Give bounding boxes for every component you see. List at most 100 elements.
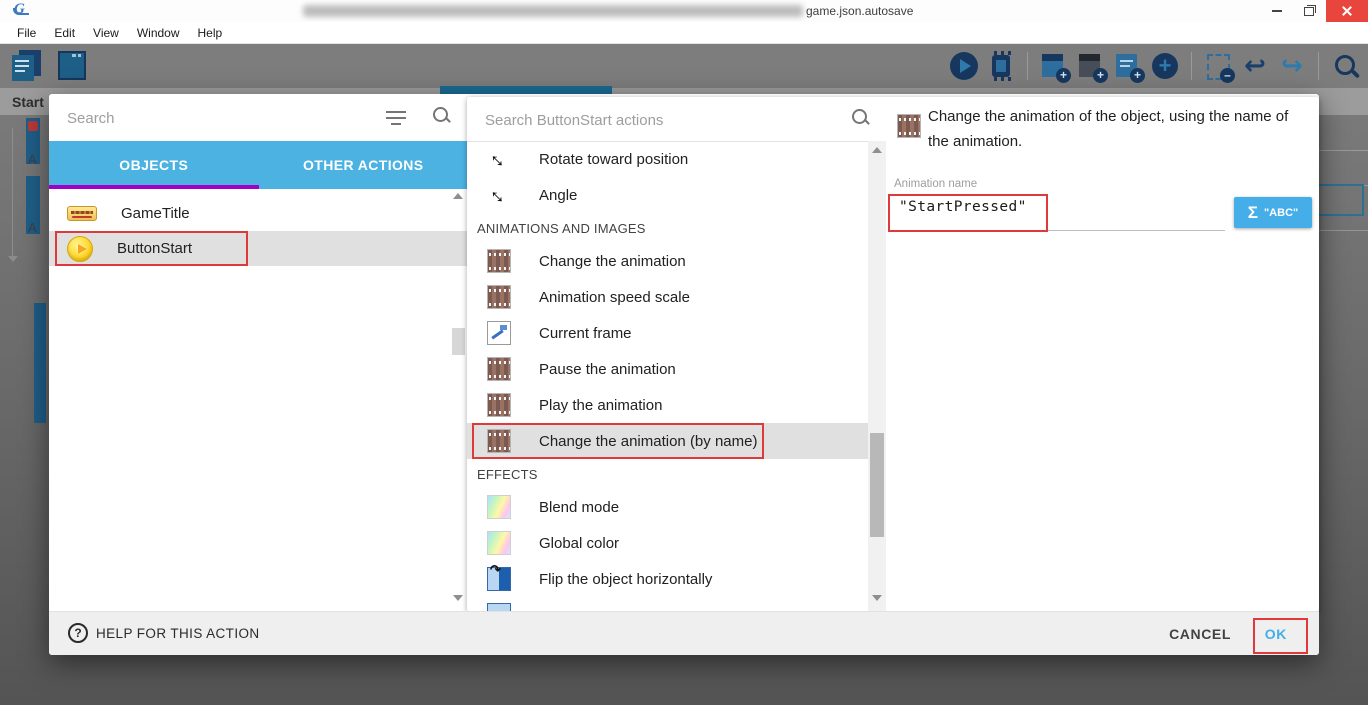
event-text: A [28, 220, 37, 235]
scroll-down-arrow[interactable] [872, 595, 882, 601]
button-start-icon [67, 236, 93, 262]
menu-item[interactable]: Window [128, 26, 189, 40]
action-label: Blend mode [539, 499, 619, 516]
object-row[interactable]: ButtonStart [49, 231, 468, 266]
close-button[interactable] [1326, 0, 1368, 22]
help-link[interactable]: HELP FOR THIS ACTION [96, 626, 260, 641]
action-row[interactable]: ANIMATIONS AND IMAGES [467, 213, 868, 243]
expression-editor-button[interactable]: Σ "ABC" [1234, 197, 1312, 228]
film-strip-icon [487, 249, 511, 273]
gdevelop-logo-icon: G [14, 1, 25, 18]
menu-item[interactable]: View [84, 26, 128, 40]
action-label: Play the animation [539, 397, 662, 414]
help-icon[interactable]: ? [68, 623, 88, 643]
diag-arrow-icon [487, 183, 511, 207]
action-row[interactable]: Change the animation [467, 243, 868, 279]
object-row[interactable]: GameTitle [49, 196, 468, 231]
rainbow-icon [487, 495, 511, 519]
action-row[interactable]: Current frame [467, 315, 868, 351]
action-parameters-panel: Change the animation of the object, usin… [886, 97, 1319, 612]
menu-item[interactable]: Help [189, 26, 232, 40]
object-chooser-panel: OBJECTS OTHER ACTIONS GameTitle ButtonSt… [49, 94, 468, 612]
scroll-up-arrow[interactable] [872, 147, 882, 153]
action-row[interactable]: EFFECTS [467, 459, 868, 489]
object-tab[interactable]: OTHER ACTIONS [259, 141, 469, 189]
action-label: Angle [539, 187, 577, 204]
object-tabs: OBJECTS OTHER ACTIONS [49, 141, 468, 189]
title-bar: G game.json.autosave [0, 0, 1368, 22]
cancel-button[interactable]: CANCEL [1169, 612, 1231, 655]
scroll-down-arrow[interactable] [453, 595, 463, 601]
dialog-footer: ? HELP FOR THIS ACTION CANCEL OK [49, 611, 1319, 655]
filter-icon[interactable] [386, 108, 406, 124]
film-strip-icon [487, 357, 511, 381]
add-external-icon[interactable] [1076, 51, 1106, 81]
undo-icon[interactable] [1240, 51, 1270, 81]
action-label: EFFECTS [477, 467, 538, 482]
scroll-up-arrow[interactable] [453, 193, 463, 199]
scrollbar-thumb[interactable] [870, 433, 884, 537]
menu-item[interactable]: File [8, 26, 45, 40]
gdevelop-window: G game.json.autosave FileEditViewWindowH… [0, 0, 1368, 705]
action-row[interactable]: Pause the animation [467, 351, 868, 387]
action-label: Rotate toward position [539, 151, 688, 168]
play-icon[interactable] [949, 51, 979, 81]
ok-button[interactable]: OK [1265, 612, 1287, 655]
action-label: Change the animation (by name) [539, 433, 757, 450]
action-row[interactable]: Play the animation [467, 387, 868, 423]
action-row[interactable]: Angle [467, 177, 868, 213]
action-row[interactable]: Rotate toward position [467, 141, 868, 177]
action-chooser-panel: Rotate toward position Angle ANIMATIONS … [467, 97, 886, 612]
action-list-scrollbar[interactable] [868, 141, 886, 612]
animation-name-label: Animation name [894, 178, 977, 190]
object-name: ButtonStart [117, 240, 192, 257]
restore-button[interactable] [1294, 0, 1324, 22]
minimize-button[interactable] [1262, 0, 1292, 22]
film-strip-icon [487, 285, 511, 309]
toolbar [0, 44, 1368, 88]
object-search-input[interactable] [65, 104, 369, 132]
scene-editor-icon[interactable] [54, 48, 88, 82]
menu-item[interactable]: Edit [45, 26, 84, 40]
game-title-icon [67, 206, 97, 221]
scrollbar-thumb[interactable] [452, 328, 465, 355]
event-tree-line [12, 128, 13, 258]
action-search-input[interactable] [483, 106, 817, 134]
search-icon[interactable] [433, 107, 451, 125]
debug-icon[interactable] [986, 51, 1016, 81]
action-row[interactable]: Flip the object horizontally [467, 561, 868, 597]
field-underline [894, 230, 1225, 231]
scene-tab-label[interactable]: Start [12, 94, 44, 110]
toolbar-right-group [949, 51, 1360, 81]
search-tool-icon[interactable] [1330, 51, 1360, 81]
action-row[interactable] [467, 597, 868, 612]
project-manager-icon[interactable] [10, 48, 44, 82]
sep-icon[interactable] [1318, 52, 1319, 80]
animation-name-field[interactable]: "StartPressed" [899, 199, 1027, 215]
action-row[interactable]: Global color [467, 525, 868, 561]
action-label: Animation speed scale [539, 289, 690, 306]
object-name: GameTitle [121, 205, 190, 222]
flip-h-icon [487, 567, 511, 591]
sigma-icon: Σ [1248, 203, 1258, 223]
add-circle-icon[interactable] [1150, 51, 1180, 81]
object-tab[interactable]: OBJECTS [49, 141, 259, 189]
film-strip-icon [487, 393, 511, 417]
frame-tool-icon [487, 321, 511, 345]
action-row[interactable]: Animation speed scale [467, 279, 868, 315]
add-events-icon[interactable] [1113, 51, 1143, 81]
tab-label: OBJECTS [119, 157, 188, 173]
action-row[interactable]: Blend mode [467, 489, 868, 525]
action-label: ANIMATIONS AND IMAGES [477, 221, 646, 236]
search-icon[interactable] [852, 109, 870, 127]
window-title: game.json.autosave [806, 4, 913, 18]
action-card: Rotate toward position Angle ANIMATIONS … [467, 97, 1319, 612]
action-row[interactable]: Change the animation (by name) [467, 423, 868, 459]
sep-icon[interactable] [1027, 52, 1028, 80]
delete-frame-icon[interactable] [1203, 51, 1233, 81]
add-object-icon[interactable] [1039, 51, 1069, 81]
redo-icon[interactable] [1277, 51, 1307, 81]
sep-icon[interactable] [1191, 52, 1192, 80]
blurred-file-path [303, 5, 803, 17]
action-description: Change the animation of the object, usin… [928, 104, 1290, 154]
